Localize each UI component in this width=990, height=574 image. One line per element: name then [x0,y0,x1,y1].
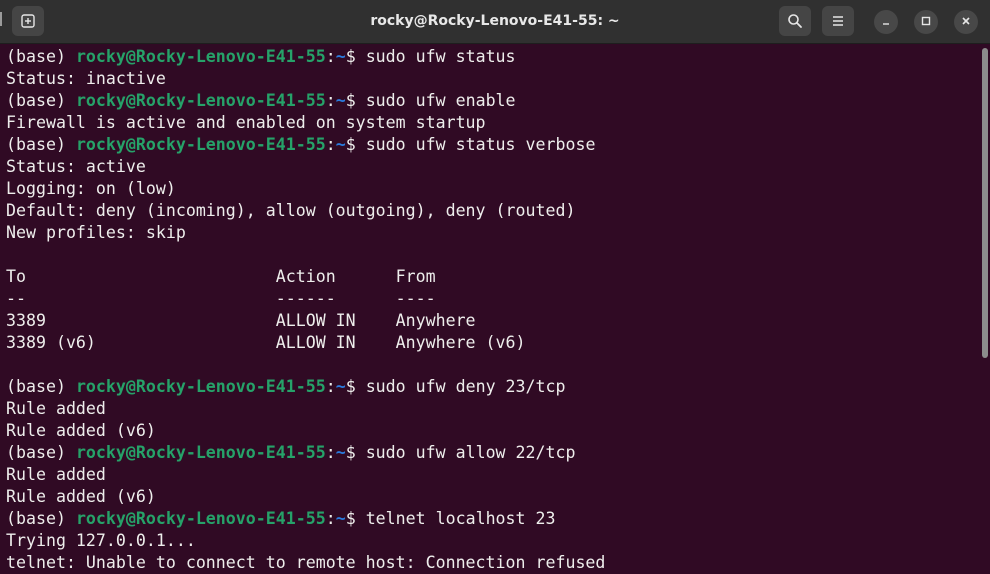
prompt-env: (base) [6,377,76,396]
prompt-separator: : [325,135,336,154]
terminal-output-line: Default: deny (incoming), allow (outgoin… [6,201,576,220]
terminal-output-line: To Action From [6,267,436,286]
prompt-sigil: $ [345,377,366,396]
terminal-output[interactable]: (base) rocky@Rocky-Lenovo-E41-55:~$ sudo… [0,44,980,574]
terminal-output-line: Rule added [6,465,106,484]
terminal-output-line: Rule added (v6) [6,487,156,506]
prompt-sigil: $ [345,47,366,66]
command-text: sudo ufw deny 23/tcp [365,377,566,396]
close-icon [961,13,971,31]
terminal-output-line: Status: inactive [6,69,166,88]
prompt-path: ~ [335,91,346,110]
terminal-output-line: 3389 ALLOW IN Anywhere [6,311,476,330]
prompt-sigil: $ [345,135,366,154]
terminal-prompt-line: (base) rocky@Rocky-Lenovo-E41-55:~$ sudo… [6,442,980,464]
command-text: telnet localhost 23 [365,509,556,528]
terminal-output-line: -- ------ ---- [6,289,436,308]
vertical-scrollbar[interactable] [982,48,988,358]
terminal-prompt-line: (base) rocky@Rocky-Lenovo-E41-55:~$ sudo… [6,90,980,112]
prompt-env: (base) [6,47,76,66]
prompt-env: (base) [6,135,76,154]
hamburger-menu-icon [831,14,845,28]
prompt-env: (base) [6,91,76,110]
terminal-output-line: Status: active [6,157,146,176]
prompt-separator: : [325,443,336,462]
command-text: sudo ufw status verbose [365,135,596,154]
command-text: sudo ufw status [365,47,516,66]
terminal-output-line: Rule added (v6) [6,421,156,440]
prompt-sigil: $ [345,509,366,528]
prompt-separator: : [325,377,336,396]
prompt-path: ~ [335,509,346,528]
prompt-separator: : [325,509,336,528]
prompt-path: ~ [335,443,346,462]
prompt-userhost: rocky@Rocky-Lenovo-E41-55 [75,509,326,528]
search-icon [787,13,803,29]
window-edge-marker [0,12,2,26]
terminal-prompt-line: (base) rocky@Rocky-Lenovo-E41-55:~$ sudo… [6,134,980,156]
prompt-userhost: rocky@Rocky-Lenovo-E41-55 [75,91,326,110]
search-button[interactable] [779,6,811,36]
prompt-path: ~ [335,47,346,66]
terminal-output-line: New profiles: skip [6,223,186,242]
prompt-env: (base) [6,509,76,528]
command-text: sudo ufw allow 22/tcp [365,443,576,462]
prompt-sigil: $ [345,443,366,462]
close-button[interactable] [954,10,978,34]
terminal-output-line: Rule added [6,399,106,418]
terminal-output-line: Trying 127.0.0.1... [6,531,196,550]
maximize-button[interactable] [914,10,938,34]
maximize-icon [921,13,931,31]
title-bar[interactable]: rocky@Rocky-Lenovo-E41-55: ~ [0,0,990,44]
prompt-userhost: rocky@Rocky-Lenovo-E41-55 [75,377,326,396]
terminal-output-line: Firewall is active and enabled on system… [6,113,486,132]
prompt-env: (base) [6,443,76,462]
command-text: sudo ufw enable [365,91,516,110]
prompt-path: ~ [335,377,346,396]
terminal-output-line: telnet: Unable to connect to remote host… [6,553,606,572]
terminal-prompt-line: (base) rocky@Rocky-Lenovo-E41-55:~$ teln… [6,508,980,530]
prompt-separator: : [325,91,336,110]
terminal-window: rocky@Rocky-Lenovo-E41-55: ~ (base) rock… [0,0,990,574]
terminal-output-line: 3389 (v6) ALLOW IN Anywhere (v6) [6,333,526,352]
prompt-path: ~ [335,135,346,154]
terminal-prompt-line: (base) rocky@Rocky-Lenovo-E41-55:~$ sudo… [6,46,980,68]
terminal-prompt-line: (base) rocky@Rocky-Lenovo-E41-55:~$ sudo… [6,376,980,398]
minimize-icon [881,13,891,31]
prompt-userhost: rocky@Rocky-Lenovo-E41-55 [75,47,326,66]
menu-button[interactable] [822,6,854,36]
minimize-button[interactable] [874,10,898,34]
prompt-separator: : [325,47,336,66]
prompt-userhost: rocky@Rocky-Lenovo-E41-55 [75,443,326,462]
new-tab-icon [20,13,36,29]
prompt-sigil: $ [345,91,366,110]
terminal-output-line: Logging: on (low) [6,179,176,198]
prompt-userhost: rocky@Rocky-Lenovo-E41-55 [75,135,326,154]
new-tab-button[interactable] [12,6,44,36]
